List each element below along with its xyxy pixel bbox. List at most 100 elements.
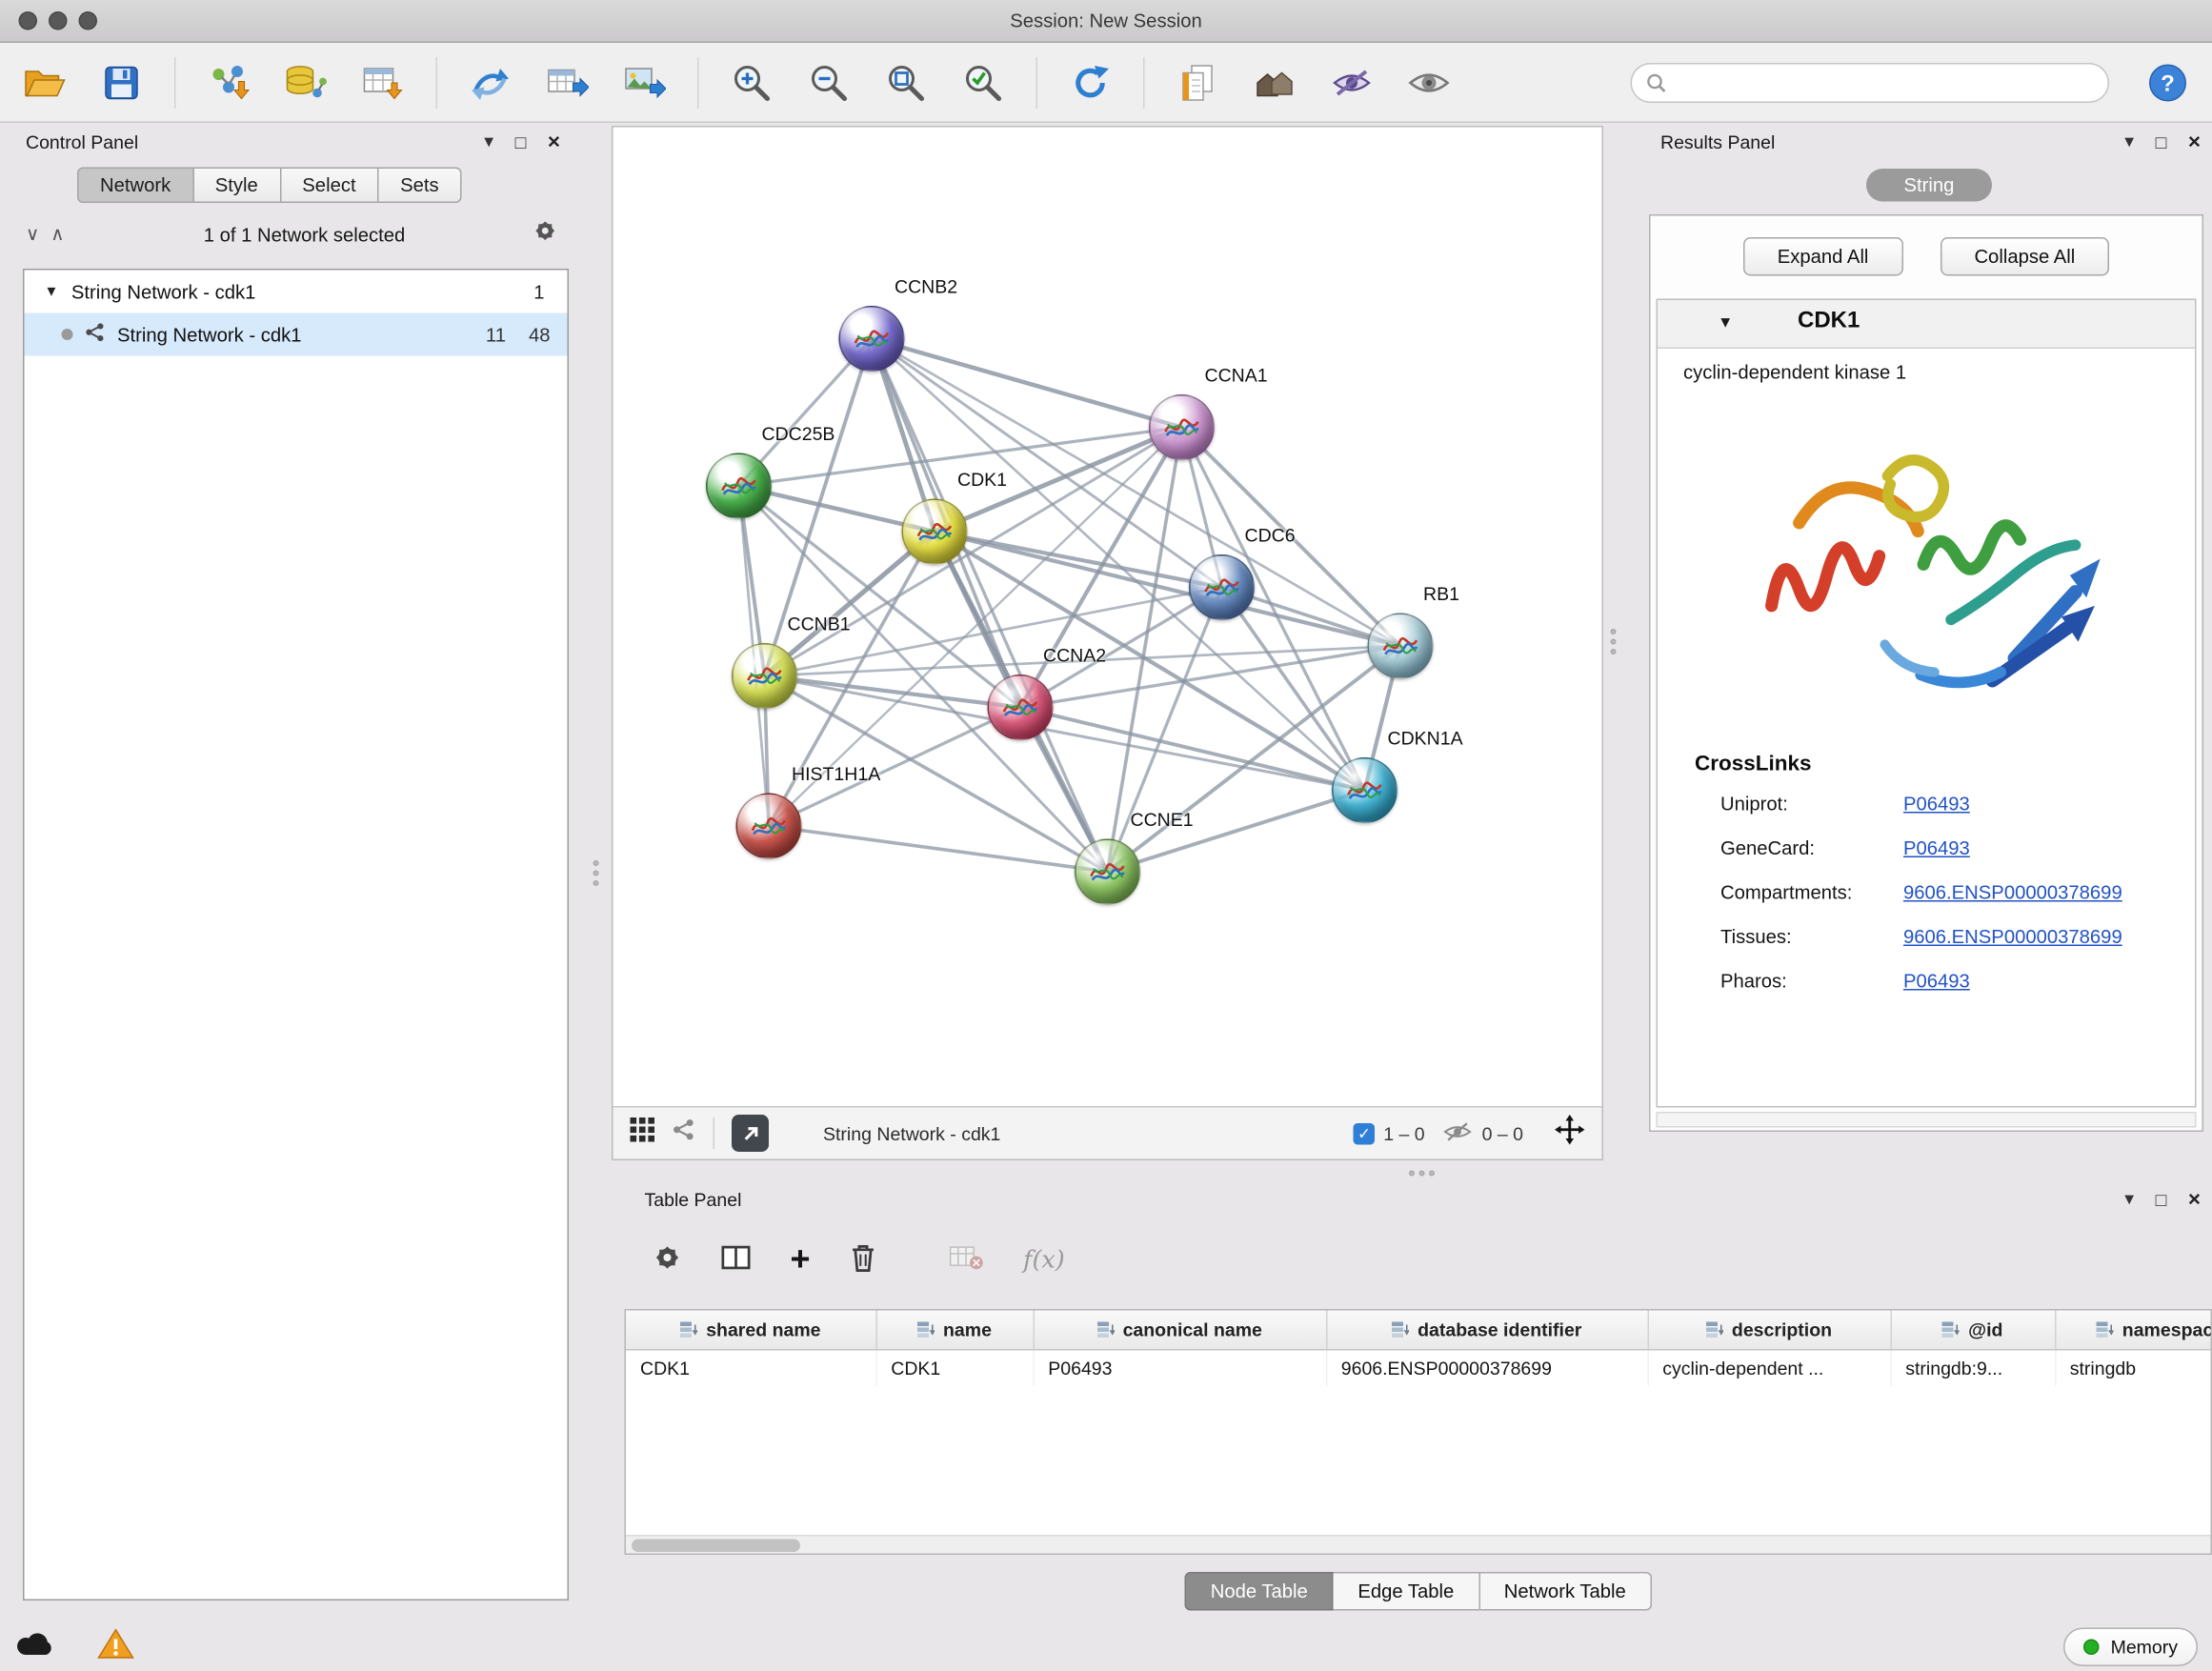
maximize-window-button[interactable] (79, 11, 98, 30)
network-collection-row[interactable]: ▼ String Network - cdk1 1 (25, 271, 568, 313)
tab-sets[interactable]: Sets (379, 168, 462, 204)
crosslink-link[interactable]: P06493 (1903, 971, 1970, 993)
tab-network[interactable]: Network (77, 168, 193, 204)
selected-checkbox-icon[interactable]: ✓ (1354, 1122, 1376, 1144)
export-image-button[interactable] (620, 58, 669, 107)
left-splitter-handle[interactable] (589, 857, 603, 889)
graphics-details-button[interactable] (1251, 58, 1299, 107)
network-overview-icon[interactable] (672, 1117, 696, 1149)
network-node-cdkn1a[interactable] (1332, 757, 1398, 823)
network-node-ccna2[interactable] (988, 674, 1054, 740)
document-report-button[interactable] (1174, 58, 1222, 107)
crosslink-link[interactable]: 9606.ENSP00000378699 (1903, 882, 2122, 904)
crosslink-link[interactable]: P06493 (1903, 794, 1970, 815)
tab-node-table[interactable]: Node Table (1185, 1572, 1334, 1611)
tab-edge-table[interactable]: Edge Table (1334, 1572, 1479, 1611)
panel-float-icon[interactable]: □ (2156, 131, 2167, 152)
network-options-gear-icon[interactable] (533, 219, 558, 251)
cell-canonical-name[interactable]: P06493 (1034, 1349, 1327, 1386)
table-row[interactable]: CDK1 CDK1 P06493 9606.ENSP00000378699 cy… (626, 1349, 2212, 1386)
zoom-fit-button[interactable] (882, 58, 931, 107)
right-splitter-handle[interactable] (1606, 626, 1620, 657)
crosslink-link[interactable]: 9606.ENSP00000378699 (1903, 926, 2122, 948)
expand-all-button[interactable]: Expand All (1743, 237, 1903, 276)
panel-close-icon[interactable]: × (548, 130, 560, 154)
table-settings-gear-icon[interactable] (654, 1242, 682, 1278)
table-horizontal-scrollbar[interactable] (626, 1535, 2211, 1554)
column-header[interactable]: description (1648, 1311, 1891, 1350)
column-header[interactable]: name (876, 1311, 1034, 1350)
panel-close-icon[interactable]: × (2188, 130, 2201, 154)
zoom-selected-button[interactable] (959, 58, 1008, 107)
bottom-splitter-handle[interactable] (1406, 1166, 1438, 1180)
zoom-in-button[interactable] (728, 58, 776, 107)
pan-crosshair-icon[interactable] (1555, 1115, 1585, 1152)
gene-entry-header[interactable]: ▼ CDK1 (1658, 300, 2195, 349)
cell-name[interactable]: CDK1 (876, 1349, 1034, 1386)
hide-selected-button[interactable] (1328, 58, 1377, 107)
warning-icon[interactable] (97, 1627, 134, 1666)
save-session-button[interactable] (97, 58, 146, 107)
panel-float-icon[interactable]: □ (2156, 1188, 2167, 1210)
collapse-entry-icon[interactable]: ▼ (1718, 314, 1733, 332)
open-in-new-window-button[interactable] (732, 1115, 769, 1152)
column-header[interactable]: canonical name (1034, 1311, 1327, 1350)
delete-column-icon[interactable] (849, 1241, 877, 1280)
open-session-button[interactable] (20, 58, 69, 107)
zoom-out-button[interactable] (805, 58, 854, 107)
split-columns-icon[interactable] (720, 1242, 752, 1278)
panel-float-icon[interactable]: □ (515, 131, 527, 152)
cloud-icon[interactable] (14, 1629, 54, 1665)
column-header[interactable]: @id (1891, 1311, 2056, 1350)
delete-table-icon[interactable] (948, 1242, 985, 1278)
tree-caret-icon[interactable]: ▼ (45, 284, 59, 300)
apply-layout-button[interactable] (1066, 58, 1115, 107)
collapse-all-icon[interactable]: ∧ (50, 223, 64, 246)
minimize-window-button[interactable] (49, 11, 68, 30)
network-node-ccna1[interactable] (1149, 394, 1215, 460)
help-button[interactable]: ? (2143, 58, 2192, 107)
network-row[interactable]: String Network - cdk1 11 48 (25, 313, 568, 356)
import-network-file-button[interactable] (205, 58, 253, 107)
panel-menu-icon[interactable]: ▾ (484, 131, 493, 153)
add-column-icon[interactable]: + (791, 1248, 811, 1274)
grid-view-icon[interactable] (631, 1117, 655, 1149)
cell-shared-name[interactable]: CDK1 (626, 1349, 876, 1386)
network-node-ccne1[interactable] (1075, 839, 1140, 905)
import-network-database-button[interactable] (282, 58, 331, 107)
column-header[interactable]: database identifier (1326, 1311, 1648, 1350)
cell-database-identifier[interactable]: 9606.ENSP00000378699 (1326, 1349, 1648, 1386)
export-network-button[interactable] (466, 58, 514, 107)
import-table-file-button[interactable] (359, 58, 408, 107)
network-node-cdk1[interactable] (902, 499, 968, 565)
results-scrollbar[interactable] (1657, 1112, 2197, 1128)
network-node-ccnb2[interactable] (839, 306, 905, 372)
cell-namespace[interactable]: stringdb (2055, 1349, 2212, 1386)
expand-all-icon[interactable]: ∨ (26, 223, 39, 246)
export-table-button[interactable] (543, 58, 592, 107)
tab-style[interactable]: Style (193, 168, 281, 204)
show-all-button[interactable] (1405, 58, 1454, 107)
scrollbar-thumb[interactable] (632, 1540, 800, 1553)
memory-button[interactable]: Memory (2063, 1627, 2198, 1666)
apply-function-icon[interactable]: f(x) (1023, 1246, 1065, 1275)
network-node-cdc25b[interactable] (706, 453, 772, 519)
results-tab-string[interactable]: String (1866, 169, 1992, 202)
network-canvas[interactable]: CCNB2CCNA1CDC25BCDK1CDC6RB1CCNB1CCNA2CDK… (613, 128, 1602, 1107)
column-header[interactable]: shared name (626, 1311, 876, 1350)
network-node-hist1h1a[interactable] (736, 794, 802, 859)
crosslink-link[interactable]: P06493 (1903, 837, 1970, 859)
network-node-cdc6[interactable] (1189, 554, 1255, 620)
tab-network-table[interactable]: Network Table (1479, 1572, 1651, 1611)
tab-select[interactable]: Select (281, 168, 379, 204)
network-node-rb1[interactable] (1368, 614, 1434, 679)
cell-description[interactable]: cyclin-dependent ... (1648, 1349, 1891, 1386)
network-node-ccnb1[interactable] (732, 643, 797, 709)
search-input[interactable] (1677, 71, 2094, 93)
cell-id[interactable]: stringdb:9... (1891, 1349, 2056, 1386)
panel-menu-icon[interactable]: ▾ (2124, 131, 2134, 153)
hidden-eye-icon[interactable] (1442, 1119, 1474, 1147)
panel-close-icon[interactable]: × (2188, 1187, 2201, 1212)
close-window-button[interactable] (19, 11, 38, 30)
panel-menu-icon[interactable]: ▾ (2124, 1188, 2134, 1211)
